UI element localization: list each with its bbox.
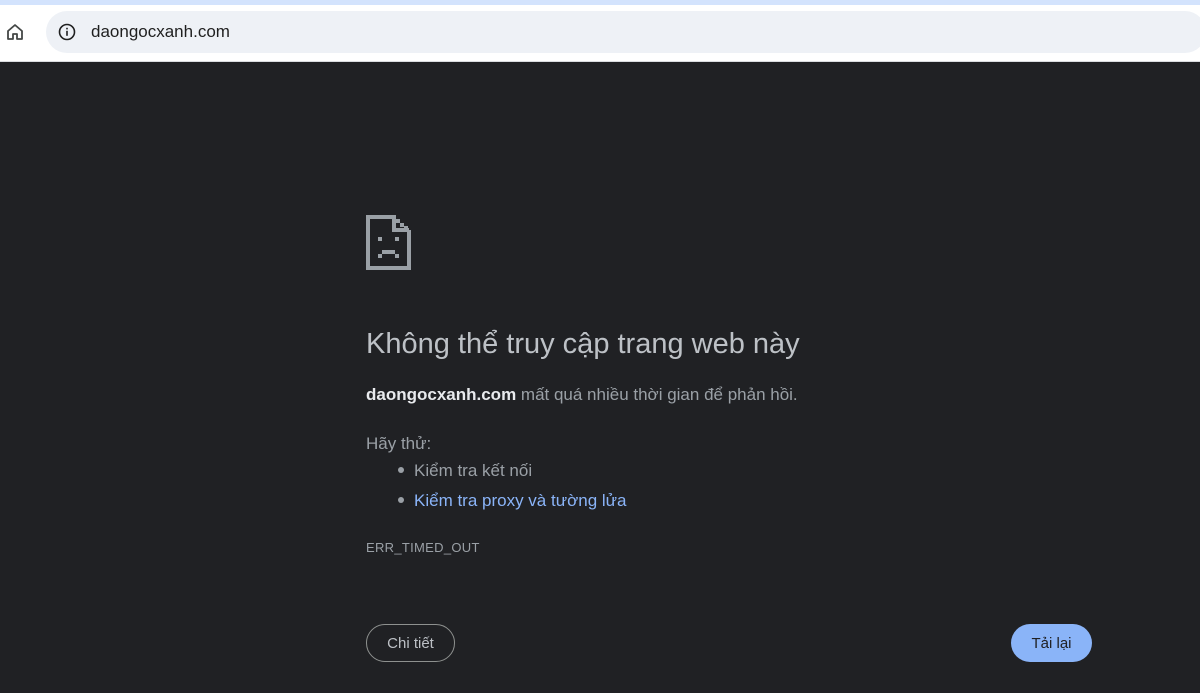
site-info-button[interactable] [57, 22, 77, 42]
error-message: mất quá nhiều thời gian để phản hồi. [516, 385, 798, 404]
home-button[interactable] [2, 19, 28, 45]
error-title: Không thể truy cập trang web này [366, 328, 800, 360]
suggestion-proxy-link[interactable]: Kiểm tra proxy và tường lửa [414, 491, 626, 510]
error-description: daongocxanh.com mất quá nhiều thời gian … [366, 384, 798, 406]
suggestion-check-connection: Kiểm tra kết nối [398, 460, 532, 482]
bullet [398, 496, 404, 503]
tab-strip-edge [0, 0, 1200, 5]
error-page: Không thể truy cập trang web này daongoc… [366, 61, 1126, 693]
error-code: ERR_TIMED_OUT [366, 540, 480, 555]
home-icon [7, 24, 23, 40]
suggestion-check-proxy: Kiểm tra proxy và tường lửa [398, 490, 626, 512]
error-domain: daongocxanh.com [366, 385, 517, 404]
sad-page-icon [366, 215, 411, 270]
reload-button[interactable]: Tải lại [1011, 624, 1092, 662]
browser-toolbar: daongocxanh.com [0, 0, 1200, 62]
bullet [398, 466, 404, 473]
url-text[interactable]: daongocxanh.com [91, 21, 230, 43]
try-label: Hãy thử: [366, 434, 432, 453]
details-button[interactable]: Chi tiết [366, 624, 455, 662]
info-icon [58, 23, 76, 41]
suggestion-text: Kiểm tra kết nối [414, 461, 533, 480]
